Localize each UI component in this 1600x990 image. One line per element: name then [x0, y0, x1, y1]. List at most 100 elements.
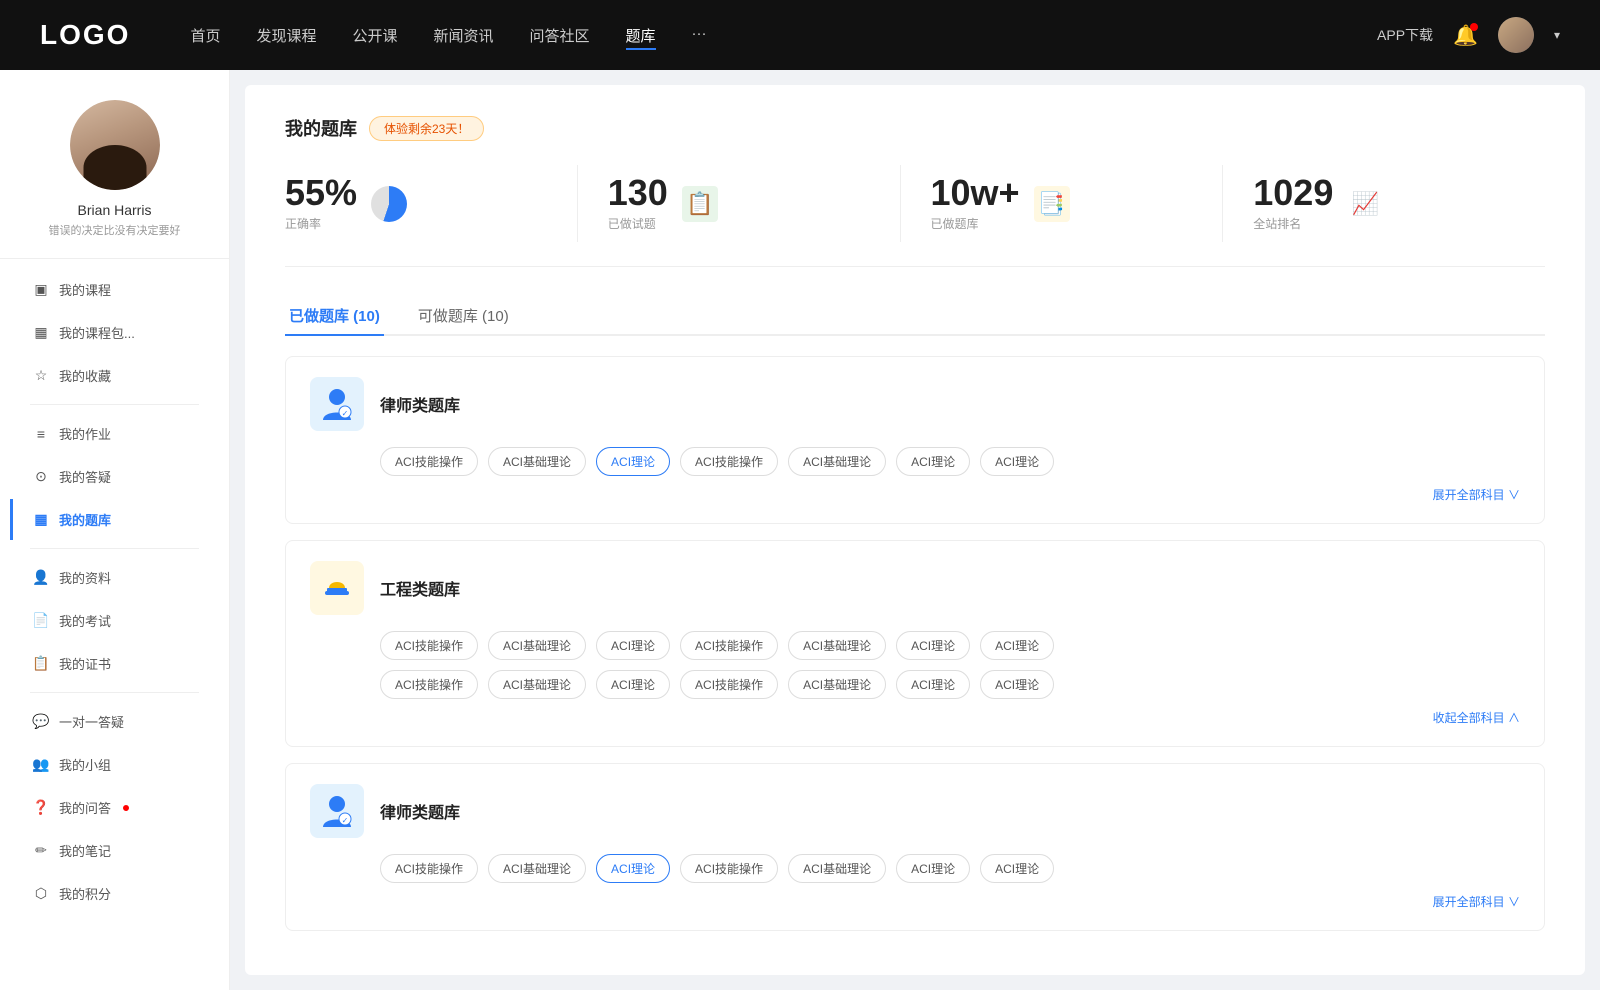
stat-done-banks: 10w+ 已做题库 📑: [901, 165, 1224, 242]
stat-done-banks-label: 已做题库: [931, 215, 1020, 232]
sidebar-item-exam[interactable]: 📄 我的考试: [10, 600, 219, 641]
quiz-header-2: 工程类题库: [310, 561, 1520, 615]
navbar: LOGO 首页 发现课程 公开课 新闻资讯 问答社区 题库 ··· APP下载 …: [0, 0, 1600, 70]
sidebar-item-profile[interactable]: 👤 我的资料: [10, 557, 219, 598]
notification-bell[interactable]: 🔔: [1453, 23, 1478, 48]
nav-open-course[interactable]: 公开课: [352, 21, 397, 50]
sidebar-item-quiz[interactable]: ▦ 我的题库: [10, 499, 219, 540]
quiz-tag-1-5[interactable]: ACI理论: [896, 447, 970, 476]
quiz-tag-2b-3[interactable]: ACI技能操作: [680, 670, 778, 699]
sidebar-item-courses[interactable]: ▣ 我的课程: [10, 269, 219, 310]
questions-icon: ❓: [33, 800, 49, 816]
sidebar-label-favorites: 我的收藏: [59, 366, 111, 385]
quiz-tag-2b-0[interactable]: ACI技能操作: [380, 670, 478, 699]
quiz-tag-2a-4[interactable]: ACI基础理论: [788, 631, 886, 660]
sidebar-item-one-on-one[interactable]: 💬 一对一答疑: [10, 701, 219, 742]
expand-link-3[interactable]: 展开全部科目 ∨: [1433, 893, 1520, 910]
sidebar-item-course-packages[interactable]: ▦ 我的课程包...: [10, 312, 219, 353]
quiz-tag-3-6[interactable]: ACI理论: [980, 854, 1054, 883]
quiz-tag-3-1[interactable]: ACI基础理论: [488, 854, 586, 883]
nav-discover[interactable]: 发现课程: [256, 21, 316, 50]
collapse-link-2[interactable]: 收起全部科目 ∧: [1433, 709, 1520, 726]
nav-quiz[interactable]: 题库: [626, 21, 656, 50]
tab-available-banks[interactable]: 可做题库 (10): [414, 297, 513, 336]
group-icon: 👥: [33, 757, 49, 773]
quiz-header-3: ✓ 律师类题库: [310, 784, 1520, 838]
sidebar-item-certificate[interactable]: 📋 我的证书: [10, 643, 219, 684]
stat-rank-text: 1029 全站排名: [1253, 175, 1333, 232]
quiz-tag-1-0[interactable]: ACI技能操作: [380, 447, 478, 476]
stat-accuracy-icon: [371, 186, 407, 222]
points-icon: ⬡: [33, 886, 49, 902]
stat-accuracy-number: 55%: [285, 175, 357, 211]
quiz-title-lawyer-1: 律师类题库: [380, 392, 460, 416]
stat-rank-label: 全站排名: [1253, 215, 1333, 232]
sidebar-label-points: 我的积分: [59, 884, 111, 903]
nav-qa[interactable]: 问答社区: [530, 21, 590, 50]
expand-link-1[interactable]: 展开全部科目 ∨: [1433, 486, 1520, 503]
quiz-tag-2a-1[interactable]: ACI基础理论: [488, 631, 586, 660]
sidebar-item-points[interactable]: ⬡ 我的积分: [10, 873, 219, 914]
quiz-tag-2a-2[interactable]: ACI理论: [596, 631, 670, 660]
navbar-logo: LOGO: [40, 19, 130, 51]
page-header: 我的题库 体验剩余23天！: [285, 115, 1545, 141]
sidebar-label-courses: 我的课程: [59, 280, 111, 299]
favorites-icon: ☆: [33, 368, 49, 384]
nav-home[interactable]: 首页: [190, 21, 220, 50]
quiz-tag-2b-5[interactable]: ACI理论: [896, 670, 970, 699]
profile-icon: 👤: [33, 570, 49, 586]
sidebar-item-favorites[interactable]: ☆ 我的收藏: [10, 355, 219, 396]
sidebar-divider-1: [30, 404, 199, 405]
quiz-tag-3-5[interactable]: ACI理论: [896, 854, 970, 883]
sidebar-item-group[interactable]: 👥 我的小组: [10, 744, 219, 785]
nav-more[interactable]: ···: [692, 21, 707, 50]
quiz-tag-1-4[interactable]: ACI基础理论: [788, 447, 886, 476]
quiz-tags-2a: ACI技能操作 ACI基础理论 ACI理论 ACI技能操作 ACI基础理论 AC…: [380, 631, 1520, 660]
stat-done-questions: 130 已做试题 📋: [578, 165, 901, 242]
sidebar-label-packages: 我的课程包...: [59, 323, 135, 342]
quiz-tag-1-6[interactable]: ACI理论: [980, 447, 1054, 476]
quiz-tag-3-2[interactable]: ACI理论: [596, 854, 670, 883]
avatar-chevron-icon[interactable]: ▾: [1554, 28, 1560, 42]
quiz-tag-2b-1[interactable]: ACI基础理论: [488, 670, 586, 699]
nav-news[interactable]: 新闻资讯: [434, 21, 494, 50]
sidebar-item-questions[interactable]: ❓ 我的问答: [10, 787, 219, 828]
quiz-tag-3-3[interactable]: ACI技能操作: [680, 854, 778, 883]
quiz-footer-2: 收起全部科目 ∧: [310, 709, 1520, 726]
quiz-tag-2a-6[interactable]: ACI理论: [980, 631, 1054, 660]
quiz-tag-1-1[interactable]: ACI基础理论: [488, 447, 586, 476]
quiz-title-lawyer-2: 律师类题库: [380, 799, 460, 823]
avatar[interactable]: [1498, 17, 1534, 53]
sidebar-label-certificate: 我的证书: [59, 654, 111, 673]
sidebar-item-homework[interactable]: ≡ 我的作业: [10, 413, 219, 454]
stats-row: 55% 正确率 130 已做试题 📋 10w+ 已做题库: [285, 165, 1545, 267]
quiz-tag-2a-3[interactable]: ACI技能操作: [680, 631, 778, 660]
quiz-tag-3-4[interactable]: ACI基础理论: [788, 854, 886, 883]
quiz-icon-lawyer-1: ✓: [310, 377, 364, 431]
tab-done-banks[interactable]: 已做题库 (10): [285, 297, 384, 336]
quiz-tag-2b-4[interactable]: ACI基础理论: [788, 670, 886, 699]
quiz-tag-1-2[interactable]: ACI理论: [596, 447, 670, 476]
quiz-tag-3-0[interactable]: ACI技能操作: [380, 854, 478, 883]
quiz-footer-3: 展开全部科目 ∨: [310, 893, 1520, 910]
certificate-icon: 📋: [33, 656, 49, 672]
navbar-right: APP下载 🔔 ▾: [1377, 17, 1560, 53]
quiz-tag-2a-5[interactable]: ACI理论: [896, 631, 970, 660]
app-download-btn[interactable]: APP下载: [1377, 25, 1433, 45]
sidebar-divider-2: [30, 548, 199, 549]
stat-accuracy-label: 正确率: [285, 215, 357, 232]
sidebar-item-qa[interactable]: ⊙ 我的答疑: [10, 456, 219, 497]
stat-done-questions-number: 130: [608, 175, 668, 211]
lawyer-icon-svg-2: ✓: [317, 791, 357, 831]
profile-avatar: [70, 100, 160, 190]
quiz-header-1: ✓ 律师类题库: [310, 377, 1520, 431]
quiz-tag-2b-6[interactable]: ACI理论: [980, 670, 1054, 699]
quiz-tag-1-3[interactable]: ACI技能操作: [680, 447, 778, 476]
stat-accuracy: 55% 正确率: [285, 165, 578, 242]
quiz-icon-lawyer-2: ✓: [310, 784, 364, 838]
sidebar-label-notes: 我的笔记: [59, 841, 111, 860]
quiz-tag-2b-2[interactable]: ACI理论: [596, 670, 670, 699]
layout: Brian Harris 错误的决定比没有决定要好 ▣ 我的课程 ▦ 我的课程包…: [0, 70, 1600, 990]
sidebar-item-notes[interactable]: ✏ 我的笔记: [10, 830, 219, 871]
quiz-tag-2a-0[interactable]: ACI技能操作: [380, 631, 478, 660]
